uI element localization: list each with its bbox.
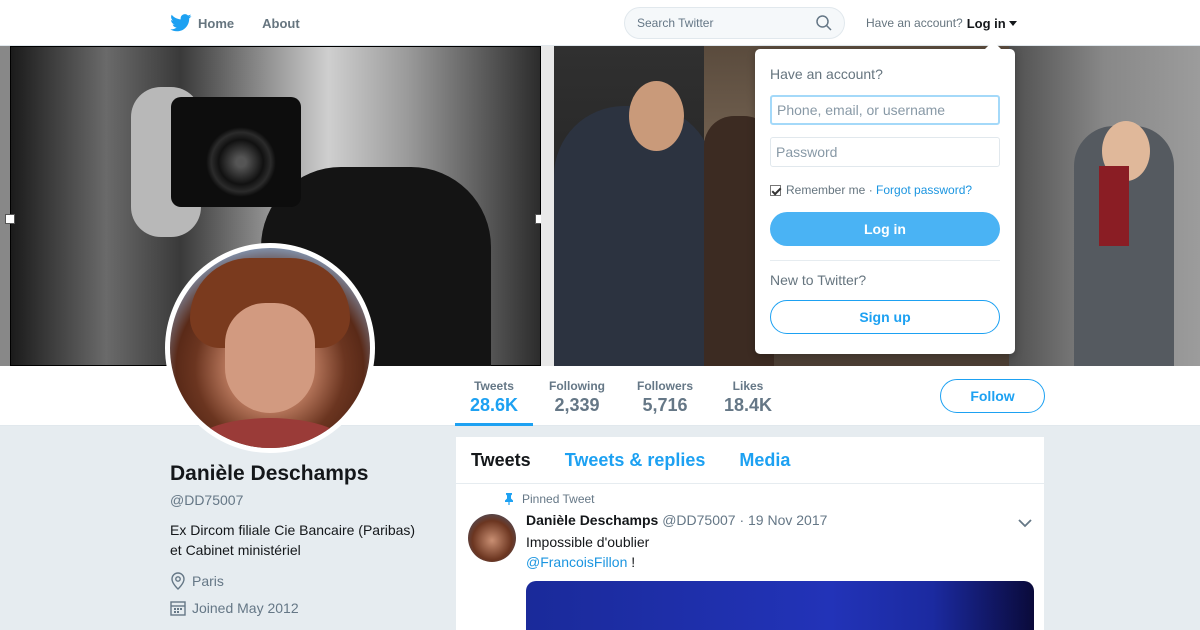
stat-tweets-label: Tweets [474,379,514,393]
tweet-author-avatar[interactable] [468,514,516,562]
joined-text: Joined May 2012 [192,600,299,616]
photo-man-face [629,81,684,151]
top-navigation-bar: Home About Search Twitter Have an accoun… [0,0,1200,46]
photo-camera-lens [206,127,276,197]
location-pin-icon [171,572,185,590]
new-to-twitter-label: New to Twitter? [770,272,867,288]
login-button[interactable]: Log in [770,212,1000,246]
pinned-tweet[interactable]: Pinned Tweet Danièle Deschamps @DD75007 … [456,484,1044,630]
tweet-text-suffix: ! [627,554,636,570]
caret-down-icon [1008,21,1017,26]
stat-likes-label: Likes [732,379,764,393]
forgot-password-link[interactable]: Forgot password? [876,183,972,197]
profile-bio: Ex Dircom filiale Cie Bancaire (Paribas)… [170,520,440,560]
tweet-media-image[interactable] [526,581,1034,630]
banner-photo-gap [541,46,554,366]
search-icon[interactable] [816,15,832,31]
photo-scarf [1099,166,1129,246]
stat-tweets[interactable]: Tweets 28.6K [455,366,533,426]
profile-avatar[interactable] [165,243,375,453]
stat-following-label: Following [549,379,605,393]
search-placeholder: Search Twitter [637,16,714,30]
tweet-text: Impossible d'oublier @FrancoisFillon ! [526,532,649,572]
pin-icon [505,493,513,505]
tab-tweets-replies[interactable]: Tweets & replies [565,450,706,471]
profile-handle[interactable]: @DD75007 [170,492,440,508]
tweet-header: Danièle Deschamps @DD75007 · 19 Nov 2017 [526,512,827,528]
tweet-text-line: Impossible d'oublier [526,534,650,550]
remember-me-checkbox[interactable] [770,184,781,196]
password-field[interactable] [770,137,1000,167]
profile-sidebar: Danièle Deschamps @DD75007 Ex Dircom fil… [170,462,440,616]
stat-tweets-value: 28.6K [469,395,519,415]
tweet-author-name[interactable]: Danièle Deschamps [526,512,658,528]
nav-home-label: Home [198,15,235,31]
calendar-icon [170,601,186,616]
signup-button[interactable]: Sign up [770,300,1000,334]
avatar-photo [170,248,370,448]
bio-line-1: Ex Dircom filiale Cie Bancaire (Paribas) [170,522,416,538]
login-dropdown-title: Have an account? [770,66,883,82]
stat-followers[interactable]: Followers 5,716 [632,366,698,426]
resize-handle-left[interactable] [5,214,15,224]
tab-tweets[interactable]: Tweets [471,450,531,471]
location-text: Paris [192,573,224,589]
username-field[interactable] [770,95,1000,125]
photo-man [554,106,714,366]
nav-left: Home About [170,0,328,46]
stat-followers-label: Followers [636,379,693,393]
divider [770,260,1000,261]
nav-about[interactable]: About [262,16,300,31]
bio-line-2: et Cabinet ministériel [170,542,301,558]
stat-likes[interactable]: Likes 18.4K [720,366,776,426]
login-link[interactable]: Log in [967,16,1006,31]
account-prompt: Have an account? [866,16,963,30]
login-dropdown: Have an account? Remember me · Forgot pa… [755,41,1015,354]
chevron-down-icon[interactable] [1018,518,1032,528]
pinned-indicator: Pinned Tweet [504,492,595,506]
search-input[interactable]: Search Twitter [624,7,845,39]
profile-joined: Joined May 2012 [170,600,440,616]
login-menu-trigger[interactable]: Have an account? Log in [866,0,1017,46]
profile-location: Paris [170,572,440,590]
tweet-author-handle[interactable]: @DD75007 [662,512,735,528]
timeline-tabs: Tweets Tweets & replies Media [456,437,1044,484]
stat-following[interactable]: Following 2,339 [544,366,610,426]
stat-following-value: 2,339 [554,395,600,415]
stat-followers-value: 5,716 [642,395,688,415]
avatar-shirt [190,418,350,448]
timeline: Tweets Tweets & replies Media Pinned Twe… [456,437,1044,630]
pinned-label: Pinned Tweet [522,492,595,506]
avatar-face [225,303,315,413]
nav-home[interactable]: Home [170,14,234,32]
tweet-date[interactable]: · 19 Nov 2017 [739,512,827,528]
follow-button[interactable]: Follow [940,379,1045,413]
nav-about-label: About [262,15,300,31]
stat-likes-value: 18.4K [723,395,773,415]
profile-name[interactable]: Danièle Deschamps [170,462,440,486]
remember-me-label[interactable]: Remember me · [786,183,873,197]
remember-me-row: Remember me · Forgot password? [770,183,972,197]
tweet-mention-line: @FrancoisFillon ! [526,552,649,572]
tweet-mention-link[interactable]: @FrancoisFillon [526,554,627,570]
tab-media[interactable]: Media [739,450,790,471]
twitter-bird-icon [170,14,192,32]
